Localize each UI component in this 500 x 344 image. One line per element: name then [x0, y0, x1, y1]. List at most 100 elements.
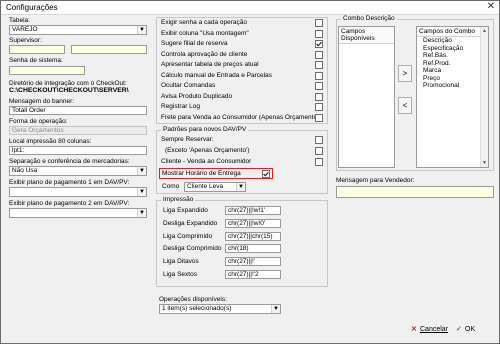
- impressao-row-input[interactable]: chr(27)||!': [225, 257, 281, 267]
- tabela-select[interactable]: VAREJO ▼: [9, 25, 147, 35]
- impressao-row-label: Desliga Comprimido: [163, 245, 222, 253]
- impressao-row-input[interactable]: chr(27)||!w!0': [225, 218, 281, 228]
- impressao-row-input[interactable]: chr(27)||!'2: [225, 270, 281, 279]
- option-row[interactable]: Avisa Produto Duplicado: [161, 92, 323, 101]
- chevron-down-icon: ▼: [137, 209, 146, 217]
- configuracoes-window: Configurações ✕ Tabela: VAREJO ▼ Supervi…: [0, 0, 500, 344]
- chevron-down-icon: ▼: [137, 26, 146, 34]
- senha-label: Senha de sistema:: [9, 57, 63, 64]
- combo-item[interactable]: Preço: [417, 75, 488, 83]
- combo-item[interactable]: Promocional: [417, 82, 488, 90]
- scroll-up-icon[interactable]: ▲: [481, 27, 488, 35]
- option-checkbox[interactable]: [315, 103, 323, 111]
- ok-label: OK: [465, 326, 476, 333]
- option-checkbox[interactable]: [315, 19, 323, 27]
- operacoes-select[interactable]: 1 item(s) selecionado(s) ▼: [159, 304, 281, 314]
- forma-operacao-field: Gera Orçamentos: [9, 126, 147, 135]
- option-row[interactable]: Exigir senha a cada operação: [161, 18, 323, 27]
- sempre-reservar-checkbox[interactable]: [315, 136, 323, 144]
- option-label: Apresentar tabela de preços atual: [161, 61, 259, 68]
- option-checkbox[interactable]: [315, 113, 323, 122]
- option-row[interactable]: Apresentar tabela de preços atual: [161, 60, 323, 69]
- impressao-row-input[interactable]: chr(27)||!w!1': [225, 206, 281, 215]
- campos-combo-header: Campos do Combo: [417, 27, 488, 37]
- mostrar-horario-row[interactable]: Mostrar Horário de Entrega: [162, 169, 270, 178]
- cliente-venda-checkbox[interactable]: [315, 158, 323, 166]
- operacoes-label: Operações disponíveis:: [159, 296, 227, 303]
- combo-item[interactable]: Ref.Prod.: [417, 60, 488, 68]
- option-checkbox[interactable]: [315, 29, 323, 38]
- option-label: Exibir coluna "Usa montagem": [161, 29, 249, 37]
- exceto-label: (Exceto 'Apenas Orçamento'): [165, 147, 250, 154]
- option-label: Exigir senha a cada operação: [161, 19, 248, 26]
- operacoes-value: 1 item(s) selecionado(s): [162, 305, 232, 312]
- local-impressao-input[interactable]: lpt1:: [9, 146, 147, 155]
- ok-check-icon: ✓: [456, 326, 462, 333]
- impressao-row-input[interactable]: chr(27)||chr(15): [225, 231, 281, 241]
- option-checkbox[interactable]: [315, 71, 323, 80]
- tabela-label: Tabela:: [9, 17, 30, 24]
- option-checkbox[interactable]: [315, 61, 323, 69]
- separacao-label: Separação e conferência de mercadorias:: [9, 158, 130, 165]
- senha-input[interactable]: [9, 66, 85, 75]
- supervisor-input[interactable]: [9, 45, 65, 54]
- plano1-label: Exibir plano de pagamento 1 em DAV/PV:: [9, 179, 130, 186]
- option-label: Sugere filial de reserva: [161, 40, 228, 47]
- cliente-venda-row[interactable]: Cliente - Venda ao Consumidor: [161, 157, 323, 166]
- ok-button[interactable]: ✓ OK: [456, 325, 475, 335]
- separacao-value: Não Usa: [12, 167, 38, 174]
- option-label: Cálculo manual de Entrada e Parcelas: [161, 71, 272, 79]
- plano2-select[interactable]: ▼: [9, 208, 147, 218]
- cliente-venda-label: Cliente - Venda ao Consumidor: [161, 158, 252, 165]
- option-row[interactable]: Exibir coluna "Usa montagem": [161, 29, 323, 38]
- scroll-down-icon[interactable]: ▼: [481, 159, 488, 167]
- chevron-down-icon: ▼: [137, 167, 146, 175]
- mensagem-banner-input[interactable]: Totall Order: [9, 106, 147, 115]
- campos-combo-items: Descrição Especificação Ref.Bás. Ref.Prod. M…: [417, 37, 488, 90]
- diretorio-label: Diretório de integração com o CheckOut:: [9, 80, 127, 87]
- combo-item[interactable]: Especificação: [417, 45, 488, 53]
- combo-item[interactable]: Ref.Bás.: [417, 52, 488, 60]
- move-left-button[interactable]: <: [398, 97, 412, 114]
- local-impressao-label: Local impressão 80 colunas:: [9, 138, 92, 145]
- option-checkbox[interactable]: [315, 82, 323, 90]
- como-select[interactable]: Cliente Leva ▼: [184, 182, 246, 192]
- combo-item[interactable]: Descrição: [417, 37, 488, 45]
- campos-combo-scrollbar[interactable]: ▲ ▼: [480, 27, 488, 167]
- option-row[interactable]: Sugere filial de reserva: [161, 39, 323, 48]
- separacao-select[interactable]: Não Usa ▼: [9, 166, 147, 176]
- mensagem-vendedor-label: Mensagem para Vendedor:: [336, 177, 415, 184]
- impressao-row-input[interactable]: chr(18): [225, 244, 281, 254]
- exceto-checkbox[interactable]: [315, 147, 323, 155]
- impressao-row-label: Liga Expandido: [163, 207, 208, 214]
- supervisor-label: Supervisor:: [9, 37, 42, 44]
- cancelar-label: Cancelar: [420, 326, 449, 333]
- forma-operacao-label: Forma de operação:: [9, 118, 68, 125]
- combo-item[interactable]: Marca: [417, 67, 488, 75]
- chevron-down-icon: ▼: [271, 305, 280, 313]
- move-right-button[interactable]: >: [398, 65, 412, 82]
- impressao-row-label: Desliga Expandido: [163, 219, 218, 227]
- sempre-reservar-row[interactable]: Sempre Reservar:: [161, 135, 323, 144]
- close-icon[interactable]: ✕: [487, 2, 495, 12]
- option-row[interactable]: Registrar Log: [161, 102, 323, 111]
- plano1-select[interactable]: ▼: [9, 187, 147, 197]
- option-row[interactable]: Controla aprovação de cliente: [161, 50, 323, 59]
- mostrar-horario-checkbox[interactable]: [262, 170, 270, 178]
- option-checkbox[interactable]: [315, 92, 323, 101]
- impressao-row-label: Liga Ditavos: [163, 258, 199, 266]
- option-checkbox[interactable]: [315, 50, 323, 59]
- cancel-icon: ✕: [411, 326, 417, 333]
- campos-combo-list[interactable]: Campos do Combo Descrição Especificação Re…: [416, 26, 489, 168]
- option-row[interactable]: Frete para Venda ao Consumidor (Apenas O…: [161, 113, 323, 122]
- exceto-row[interactable]: (Exceto 'Apenas Orçamento'): [165, 146, 323, 155]
- campos-disponiveis-list[interactable]: Campos Disponíveis: [338, 26, 395, 168]
- option-row[interactable]: Ocultar Comandas: [161, 81, 323, 90]
- mensagem-vendedor-input[interactable]: [336, 186, 494, 198]
- cancelar-button[interactable]: ✕ Cancelar: [411, 325, 448, 335]
- window-title: Configurações: [6, 3, 58, 12]
- como-label: Como: [162, 183, 180, 190]
- option-row[interactable]: Cálculo manual de Entrada e Parcelas: [161, 71, 323, 80]
- como-value: Cliente Leva: [187, 183, 224, 190]
- option-checkbox[interactable]: [315, 40, 323, 48]
